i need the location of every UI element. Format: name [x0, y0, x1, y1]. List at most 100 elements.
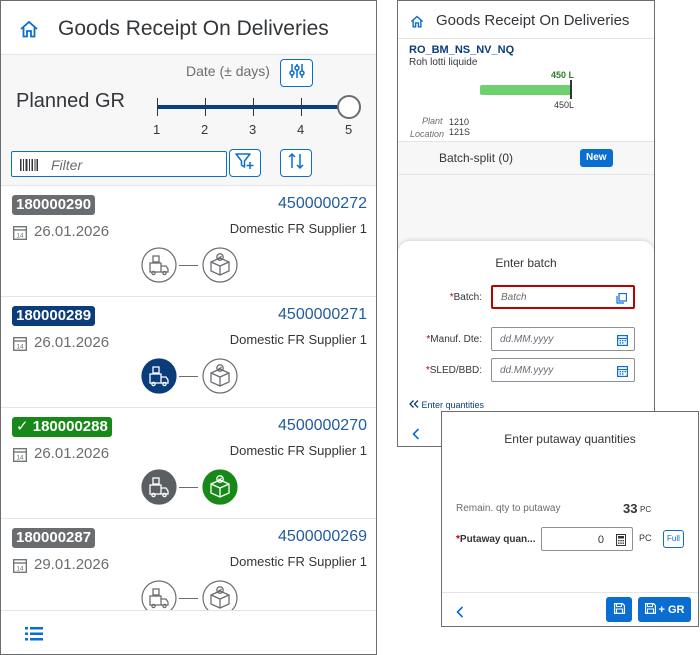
putaway-qty-label: *Putaway quan... — [456, 534, 536, 545]
plant-value: 1210 — [449, 117, 470, 127]
full-quantity-button[interactable]: Full — [663, 530, 684, 548]
sled-date-input[interactable]: dd.MM.yyyy — [491, 358, 635, 382]
new-batch-button[interactable]: New — [580, 149, 613, 167]
location-label: Location — [410, 129, 445, 139]
slider-tick — [253, 98, 254, 116]
delivery-number-badge: 180000290 — [12, 195, 96, 215]
back-chevron-icon[interactable] — [412, 427, 420, 445]
delivery-date: 26.01.2026 — [34, 223, 110, 240]
list-icon[interactable] — [25, 627, 43, 646]
package-status-icon — [202, 358, 238, 399]
app-header: Goods Receipt On Deliveries — [398, 1, 654, 39]
slider-tick-label: 5 — [345, 122, 353, 137]
batch-screen: Goods Receipt On Deliveries RO_BM_NS_NV_… — [397, 0, 655, 447]
package-status-icon — [202, 247, 238, 288]
delivery-list-screen: Goods Receipt On Deliveries Date (± days… — [0, 0, 377, 655]
manuf-date-placeholder: dd.MM.yyyy — [500, 334, 554, 345]
enter-quantities-link[interactable]: Enter quantities — [409, 400, 484, 410]
calendar-icon[interactable] — [617, 333, 629, 351]
truck-status-icon — [141, 247, 177, 288]
slider-tick — [205, 98, 206, 116]
manuf-date-label: *Manuf. Dte: — [426, 334, 482, 345]
double-chevron-left-icon — [409, 400, 422, 410]
add-filter-button[interactable] — [229, 149, 261, 177]
batch-split-label: Batch-split (0) — [439, 151, 514, 165]
app-header: Goods Receipt On Deliveries — [1, 1, 376, 55]
copy-icon[interactable] — [616, 291, 628, 309]
delivery-list: 180000290 4500000272 14 26.01.2026 Domes… — [1, 187, 376, 610]
remaining-qty-label: Remain. qty to putaway — [456, 503, 561, 514]
putaway-qty-unit: PC — [639, 533, 652, 543]
truck-status-icon — [141, 358, 177, 399]
adjust-settings-button[interactable] — [280, 59, 313, 87]
quantity-target-marker — [570, 80, 572, 99]
delivery-list-item[interactable]: 180000290 4500000272 14 26.01.2026 Domes… — [1, 187, 376, 297]
supplier-name: Domestic FR Supplier 1 — [229, 221, 367, 236]
purchase-order-number[interactable]: 4500000270 — [278, 417, 367, 435]
batch-input[interactable]: Batch — [491, 285, 635, 309]
material-number: RO_BM_NS_NV_NQ — [409, 44, 515, 56]
received-quantity: 450 L — [551, 70, 575, 80]
status-connector — [179, 376, 198, 377]
purchase-order-number[interactable]: 4500000269 — [278, 528, 367, 546]
delivery-number-badge: 180000287 — [12, 528, 96, 548]
status-connector — [179, 598, 198, 599]
delivery-number-badge: ✓ 180000288 — [12, 417, 112, 437]
save-and-gr-button[interactable]: + GR — [638, 597, 691, 622]
status-connector — [179, 487, 198, 488]
delivery-list-item[interactable]: 180000289 4500000271 14 26.01.2026 Domes… — [1, 298, 376, 408]
calendar-icon: 14 — [13, 336, 27, 356]
filter-input[interactable]: Filter — [11, 151, 227, 177]
remaining-qty-value: 33 — [623, 501, 638, 516]
home-icon[interactable] — [410, 15, 424, 33]
back-chevron-icon[interactable] — [456, 605, 464, 623]
svg-text:14: 14 — [16, 344, 24, 351]
slider-tick-label: 2 — [201, 122, 209, 137]
slider-tick — [157, 98, 158, 116]
sort-button[interactable] — [280, 149, 312, 177]
barcode-icon[interactable] — [20, 158, 38, 176]
manuf-date-input[interactable]: dd.MM.yyyy — [491, 327, 635, 351]
calendar-icon: 14 — [13, 225, 27, 245]
svg-text:14: 14 — [16, 455, 24, 462]
dialog-title: Enter putaway quantities — [504, 432, 636, 446]
material-header: RO_BM_NS_NV_NQ Roh lotti liquide 450 L 4… — [398, 39, 654, 141]
delivery-list-item[interactable]: ✓ 180000288 4500000270 14 26.01.2026 Dom… — [1, 409, 376, 519]
plant-label: Plant — [422, 116, 443, 126]
putaway-dialog: Enter putaway quantities Remain. qty to … — [441, 411, 699, 627]
quantity-progress-bar — [480, 85, 572, 95]
delivery-date: 26.01.2026 — [34, 445, 110, 462]
supplier-name: Domestic FR Supplier 1 — [229, 443, 367, 458]
delivery-list-item[interactable]: 180000287 4500000269 14 29.01.2026 Domes… — [1, 520, 376, 610]
home-icon[interactable] — [19, 20, 39, 43]
batch-field-label: *Batch: — [449, 292, 482, 303]
truck-status-icon — [141, 469, 177, 510]
slider-tick-label: 4 — [297, 122, 305, 137]
putaway-qty-input[interactable]: 0 — [541, 527, 633, 551]
sled-label: *SLED/BBD: — [425, 365, 482, 376]
calendar-icon: 14 — [13, 558, 27, 578]
remaining-qty-unit: PC — [640, 505, 652, 514]
svg-text:14: 14 — [16, 566, 24, 573]
footer-toolbar — [1, 610, 376, 654]
supplier-name: Domestic FR Supplier 1 — [229, 332, 367, 347]
date-slider-handle[interactable] — [337, 95, 361, 119]
purchase-order-number[interactable]: 4500000271 — [278, 306, 367, 324]
filter-add-icon — [235, 152, 255, 175]
dialog-footer: + GR — [442, 592, 698, 626]
location-value: 121S — [449, 127, 471, 137]
page-title: Goods Receipt On Deliveries — [58, 17, 329, 40]
page-title: Goods Receipt On Deliveries — [436, 12, 630, 29]
calculator-icon[interactable] — [616, 533, 626, 551]
total-quantity: 450L — [554, 100, 575, 110]
calendar-icon[interactable] — [617, 364, 629, 382]
save-icon — [613, 601, 625, 619]
material-description: Roh lotti liquide — [409, 57, 478, 68]
save-button[interactable] — [606, 597, 632, 622]
slider-tick-label: 3 — [249, 122, 257, 137]
purchase-order-number[interactable]: 4500000272 — [278, 195, 367, 213]
svg-text:14: 14 — [16, 233, 24, 240]
supplier-name: Domestic FR Supplier 1 — [229, 554, 367, 569]
date-range-label: Date (± days) — [186, 63, 270, 79]
dialog-title: Enter batch — [495, 256, 557, 270]
